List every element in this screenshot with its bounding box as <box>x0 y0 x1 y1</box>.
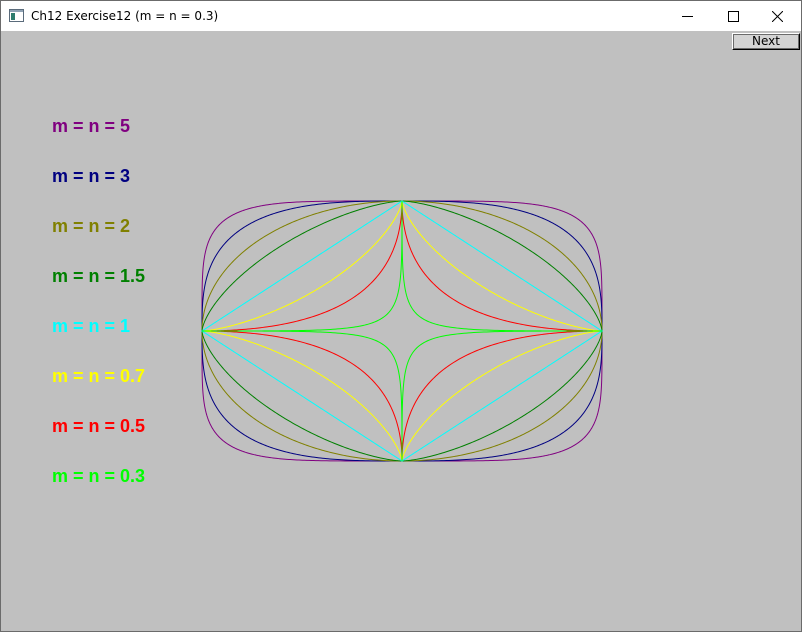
app-window-icon <box>9 9 24 22</box>
superellipse-plot <box>200 200 604 462</box>
app-window: Ch12 Exercise12 (m = n = 0.3) Next m = n… <box>0 0 802 632</box>
maximize-button[interactable] <box>711 1 757 31</box>
superellipse-curve-0-3 <box>202 201 602 461</box>
client-area: Next m = n = 5 m = n = 3 m = n = 2 m = n… <box>1 31 801 631</box>
maximize-icon <box>728 11 739 22</box>
minimize-button[interactable] <box>665 1 711 31</box>
close-button[interactable] <box>755 1 801 31</box>
window-title: Ch12 Exercise12 (m = n = 0.3) <box>31 9 219 23</box>
close-icon <box>772 11 783 22</box>
title-bar[interactable]: Ch12 Exercise12 (m = n = 0.3) <box>1 1 801 31</box>
minimize-icon <box>682 16 693 17</box>
